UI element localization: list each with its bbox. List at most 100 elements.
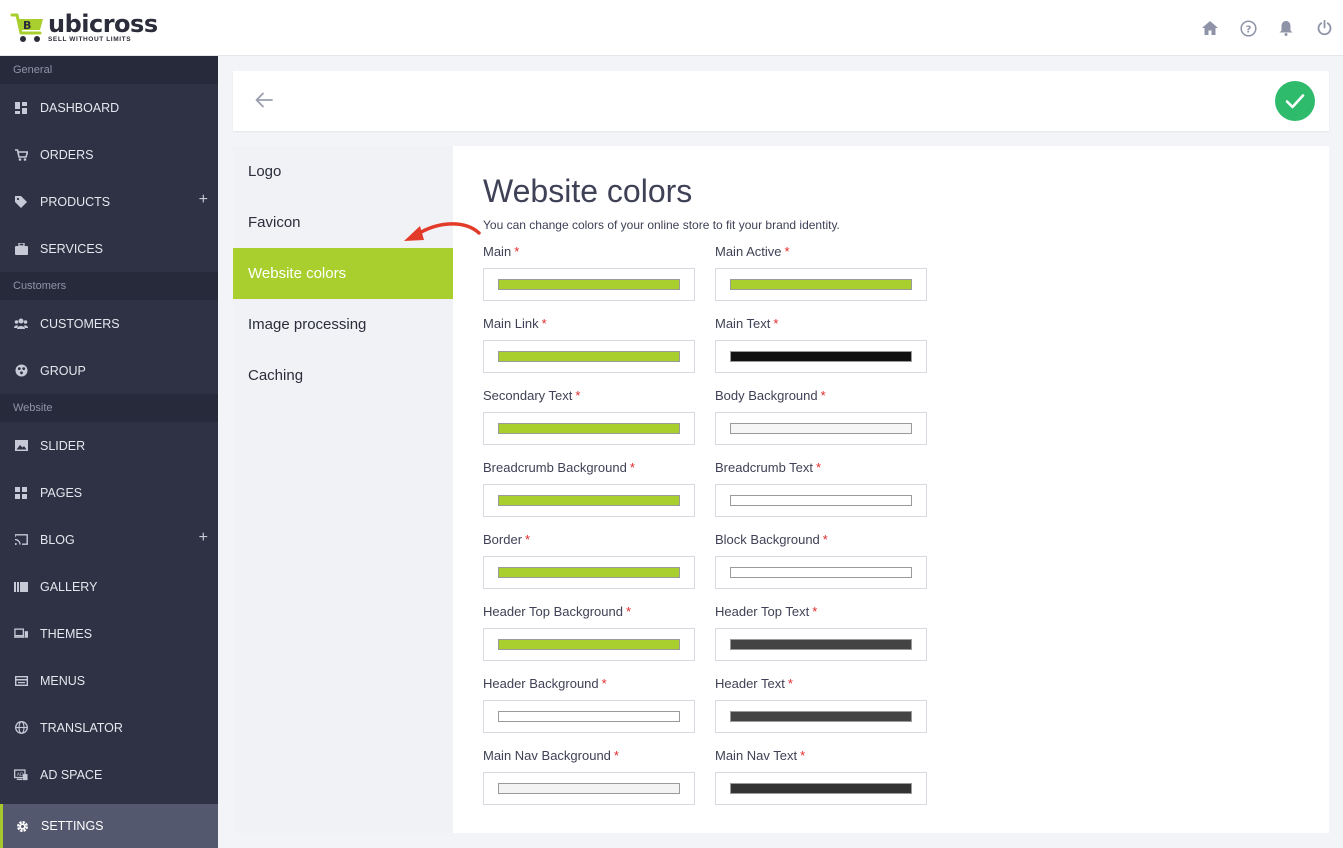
color-field: Main Nav Text * bbox=[715, 748, 927, 805]
devices-icon bbox=[14, 627, 28, 641]
field-label-text: Main bbox=[483, 244, 512, 259]
color-swatch bbox=[498, 495, 680, 506]
field-label: Header Background * bbox=[483, 676, 695, 692]
gear-icon bbox=[15, 819, 29, 833]
required-asterisk: * bbox=[787, 676, 793, 691]
field-label: Header Text * bbox=[715, 676, 927, 692]
sidebar-item-label: GROUP bbox=[40, 363, 86, 378]
field-label: Body Background * bbox=[715, 388, 927, 404]
sidebar-item-blog[interactable]: BLOG + bbox=[0, 516, 218, 563]
tab-website-colors[interactable]: Website colors bbox=[233, 248, 453, 299]
color-picker-input[interactable] bbox=[715, 628, 927, 661]
power-icon[interactable] bbox=[1305, 17, 1343, 39]
color-picker-input[interactable] bbox=[715, 700, 927, 733]
color-picker-input[interactable] bbox=[715, 772, 927, 805]
sidebar-item-label: PAGES bbox=[40, 485, 83, 500]
expand-plus-icon[interactable]: + bbox=[199, 191, 208, 209]
color-picker-input[interactable] bbox=[483, 412, 695, 445]
briefcase-icon bbox=[14, 242, 28, 256]
sidebar-item-products[interactable]: PRODUCTS + bbox=[0, 178, 218, 225]
color-field: Breadcrumb Background * bbox=[483, 460, 695, 517]
sidebar-item-gallery[interactable]: GALLERY bbox=[0, 563, 218, 610]
field-label-text: Main Link bbox=[483, 316, 539, 331]
color-picker-input[interactable] bbox=[483, 484, 695, 517]
required-asterisk: * bbox=[816, 460, 822, 475]
sidebar-section-website: Website bbox=[0, 394, 218, 422]
color-picker-input[interactable] bbox=[483, 772, 695, 805]
color-swatch bbox=[498, 639, 680, 650]
sidebar-item-dashboard[interactable]: DASHBOARD bbox=[0, 84, 218, 131]
color-picker-input[interactable] bbox=[715, 484, 927, 517]
sidebar-item-translator[interactable]: TRANSLATOR bbox=[0, 704, 218, 751]
sidebar-item-pages[interactable]: PAGES bbox=[0, 469, 218, 516]
field-label-text: Breadcrumb Text bbox=[715, 460, 814, 475]
sidebar-item-label: PRODUCTS bbox=[40, 194, 111, 209]
page-subtitle: You can change colors of your online sto… bbox=[483, 218, 840, 232]
color-picker-input[interactable] bbox=[483, 340, 695, 373]
color-picker-input[interactable] bbox=[715, 340, 927, 373]
svg-text:B: B bbox=[23, 19, 31, 32]
tab-logo[interactable]: Logo bbox=[233, 146, 453, 197]
svg-text:AD: AD bbox=[17, 771, 24, 777]
sidebar-section-general: General bbox=[0, 56, 218, 84]
required-asterisk: * bbox=[773, 316, 779, 331]
sidebar-item-customers[interactable]: CUSTOMERS bbox=[0, 300, 218, 347]
page-title: Website colors bbox=[483, 173, 693, 209]
sidebar-item-ad-space[interactable]: AD AD SPACE bbox=[0, 751, 218, 798]
color-picker-input[interactable] bbox=[715, 412, 927, 445]
color-swatch bbox=[730, 567, 912, 578]
field-label-text: Border bbox=[483, 532, 523, 547]
sidebar-item-slider[interactable]: SLIDER bbox=[0, 422, 218, 469]
field-label-text: Header Background bbox=[483, 676, 599, 691]
color-field: Secondary Text * bbox=[483, 388, 695, 445]
sidebar-item-menus[interactable]: MENUS bbox=[0, 657, 218, 704]
field-label: Block Background * bbox=[715, 532, 927, 548]
back-button[interactable] bbox=[253, 89, 275, 111]
color-picker-input[interactable] bbox=[715, 268, 927, 301]
required-asterisk: * bbox=[541, 316, 547, 331]
sidebar-item-label: BLOG bbox=[40, 532, 75, 547]
annotation-arrow-icon bbox=[404, 222, 481, 241]
logo[interactable]: B ubicross SELL WITHOUT LIMITS bbox=[10, 10, 158, 46]
field-label-text: Header Text bbox=[715, 676, 785, 691]
color-picker-input[interactable] bbox=[483, 700, 695, 733]
page-header bbox=[233, 71, 1329, 131]
globe-icon bbox=[14, 721, 28, 735]
cast-icon bbox=[14, 533, 28, 547]
pages-icon bbox=[14, 486, 28, 500]
help-icon[interactable]: ? bbox=[1229, 17, 1267, 39]
color-picker-input[interactable] bbox=[715, 556, 927, 589]
required-asterisk: * bbox=[514, 244, 520, 259]
field-label: Breadcrumb Background * bbox=[483, 460, 695, 476]
color-picker-input[interactable] bbox=[483, 628, 695, 661]
sidebar-item-label: TRANSLATOR bbox=[40, 720, 123, 735]
field-label: Border * bbox=[483, 532, 695, 548]
required-asterisk: * bbox=[822, 532, 828, 547]
field-label-text: Breadcrumb Background bbox=[483, 460, 627, 475]
tab-caching[interactable]: Caching bbox=[233, 350, 453, 401]
sidebar-item-orders[interactable]: ORDERS bbox=[0, 131, 218, 178]
sidebar-item-services[interactable]: SERVICES bbox=[0, 225, 218, 272]
color-field: Header Top Background * bbox=[483, 604, 695, 661]
sidebar-item-themes[interactable]: THEMES bbox=[0, 610, 218, 657]
color-field: Header Text * bbox=[715, 676, 927, 733]
ad-icon: AD bbox=[14, 768, 28, 782]
menu-icon bbox=[14, 674, 28, 688]
color-field: Border * bbox=[483, 532, 695, 589]
color-picker-input[interactable] bbox=[483, 268, 695, 301]
tab-image-processing[interactable]: Image processing bbox=[233, 299, 453, 350]
group-icon bbox=[14, 364, 28, 378]
sidebar-item-group[interactable]: GROUP bbox=[0, 347, 218, 394]
expand-plus-icon[interactable]: + bbox=[199, 529, 208, 547]
cart-logo-icon: B bbox=[10, 11, 46, 45]
sidebar-item-label: CUSTOMERS bbox=[40, 316, 120, 331]
home-icon[interactable] bbox=[1191, 17, 1229, 39]
bell-icon[interactable] bbox=[1267, 17, 1305, 39]
color-swatch bbox=[730, 279, 912, 290]
arrow-left-icon bbox=[255, 92, 273, 108]
color-picker-input[interactable] bbox=[483, 556, 695, 589]
required-asterisk: * bbox=[525, 532, 531, 547]
sidebar-item-settings[interactable]: SETTINGS bbox=[0, 804, 218, 848]
required-asterisk: * bbox=[601, 676, 607, 691]
save-button[interactable] bbox=[1275, 81, 1315, 121]
